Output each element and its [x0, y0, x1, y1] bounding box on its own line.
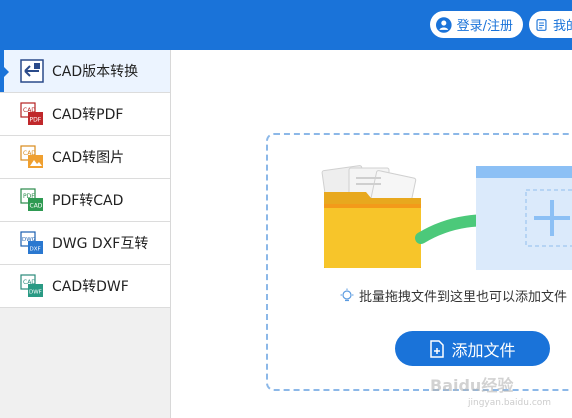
user-icon: [436, 16, 452, 33]
cad-to-pdf-icon: CAD PDF: [20, 102, 43, 125]
active-marker-arrow: [4, 67, 9, 77]
app-window-icon: [476, 166, 572, 270]
pdf-to-cad-icon: PDF CAD: [20, 188, 43, 211]
svg-text:PDF: PDF: [30, 117, 42, 124]
sidebar-item-dwg-dxf[interactable]: DWG DXF DWG DXF互转: [0, 222, 170, 265]
add-file-label: 添加文件: [451, 340, 516, 360]
sidebar-item-pdf-to-cad[interactable]: PDF CAD PDF转CAD: [0, 179, 170, 222]
sidebar: CAD版本转换 CAD PDF CAD转PDF CAD CAD转图片 PDF C…: [0, 50, 171, 418]
login-label: 登录/注册: [456, 19, 513, 34]
watermark-url: jingyan.baidu.com: [468, 398, 552, 408]
svg-text:CAD: CAD: [30, 203, 43, 210]
sidebar-item-label: CAD版本转换: [52, 64, 139, 80]
watermark: Baidu经验: [430, 376, 514, 395]
mine-button[interactable]: 我的: [529, 11, 572, 38]
login-button[interactable]: 登录/注册: [430, 11, 523, 38]
svg-text:DWF: DWF: [29, 290, 42, 296]
mine-label: 我的: [552, 19, 572, 34]
add-file-button[interactable]: 添加文件: [395, 331, 550, 366]
svg-text:DXF: DXF: [30, 247, 41, 253]
top-bar: 登录/注册 我的: [0, 0, 572, 50]
cad-to-image-icon: CAD: [20, 145, 43, 168]
sidebar-item-label: DWG DXF互转: [52, 236, 149, 252]
add-file-icon: [430, 339, 445, 358]
sidebar-item-label: CAD转PDF: [52, 107, 124, 123]
hint-text: 批量拖拽文件到这里也可以添加文件: [359, 290, 568, 305]
document-icon: [536, 18, 547, 31]
sidebar-item-label: CAD转DWF: [52, 279, 129, 295]
sidebar-item-cad-to-image[interactable]: CAD CAD转图片: [0, 136, 170, 179]
cad-version-icon: [20, 59, 44, 83]
sidebar-item-label: PDF转CAD: [52, 193, 124, 209]
main-panel: 批量拖拽文件到这里也可以添加文件 添加文件: [171, 50, 572, 418]
lightbulb-icon: [340, 288, 354, 301]
sidebar-item-label: CAD转图片: [52, 150, 125, 166]
drop-illustration: [321, 165, 572, 270]
sidebar-item-cad-to-dwf[interactable]: CAD DWF CAD转DWF: [0, 265, 170, 308]
sidebar-item-cad-to-pdf[interactable]: CAD PDF CAD转PDF: [0, 93, 170, 136]
drag-hint: 批量拖拽文件到这里也可以添加文件: [339, 286, 567, 305]
folder-icon: [324, 192, 421, 268]
cad-to-dwf-icon: CAD DWF: [20, 274, 43, 297]
dwg-dxf-icon: DWG DXF: [20, 231, 43, 254]
sidebar-item-cad-version[interactable]: CAD版本转换: [0, 50, 170, 93]
